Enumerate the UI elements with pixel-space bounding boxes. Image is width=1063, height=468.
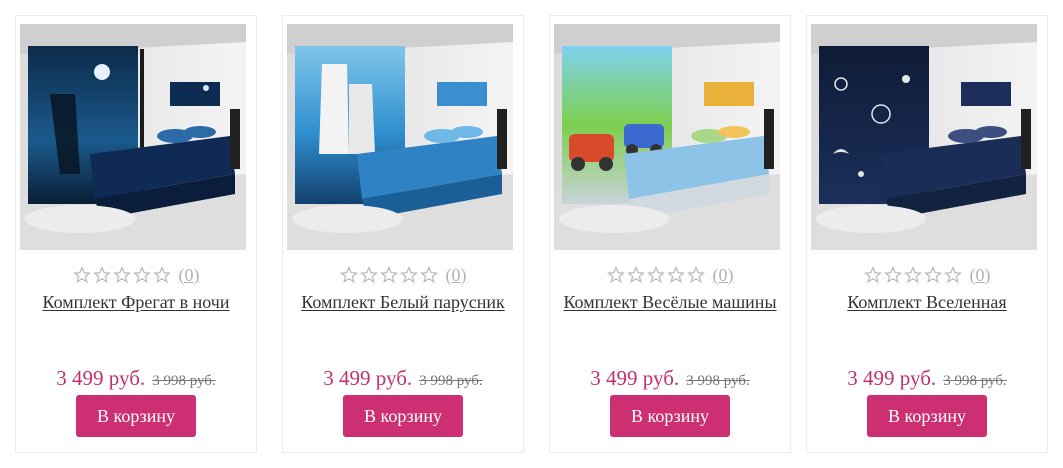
add-to-cart-button[interactable]: В корзину xyxy=(867,395,987,437)
rating-count[interactable]: (0) xyxy=(179,265,200,286)
star-icon[interactable] xyxy=(863,266,882,284)
star-icon[interactable] xyxy=(339,266,358,284)
star-icon[interactable] xyxy=(399,266,418,284)
star-icon[interactable] xyxy=(666,266,685,284)
rating: (0) xyxy=(550,264,790,286)
product-card: (0) Комплект Фрегат в ночи 3 499 руб. 3 … xyxy=(15,15,257,453)
rating: (0) xyxy=(16,264,256,286)
star-icon[interactable] xyxy=(883,266,902,284)
star-icon[interactable] xyxy=(379,266,398,284)
product-card: (0) Комплект Вселенная 3 499 руб. 3 998 … xyxy=(806,15,1048,453)
star-icon[interactable] xyxy=(132,266,151,284)
add-to-cart-button[interactable]: В корзину xyxy=(343,395,463,437)
rating: (0) xyxy=(283,264,523,286)
price-current: 3 499 руб. xyxy=(56,366,146,390)
product-title-link[interactable]: Комплект Белый парусник xyxy=(289,292,517,313)
star-icon[interactable] xyxy=(92,266,111,284)
price: 3 499 руб. 3 998 руб. xyxy=(550,366,790,391)
star-icon[interactable] xyxy=(646,266,665,284)
price-current: 3 499 руб. xyxy=(323,366,413,390)
star-icon[interactable] xyxy=(626,266,645,284)
star-icon[interactable] xyxy=(943,266,962,284)
bedroom-frigate-image xyxy=(20,24,246,250)
price: 3 499 руб. 3 998 руб. xyxy=(807,366,1047,391)
bedroom-cars-image xyxy=(554,24,780,250)
price: 3 499 руб. 3 998 руб. xyxy=(16,366,256,391)
price: 3 499 руб. 3 998 руб. xyxy=(283,366,523,391)
product-title-link[interactable]: Комплект Вселенная xyxy=(813,292,1041,313)
product-grid: (0) Комплект Фрегат в ночи 3 499 руб. 3 … xyxy=(0,0,1063,468)
add-to-cart-button[interactable]: В корзину xyxy=(610,395,730,437)
product-title-link[interactable]: Комплект Весёлые машины xyxy=(556,292,784,313)
bedroom-space-image xyxy=(811,24,1037,250)
rating-count[interactable]: (0) xyxy=(970,265,991,286)
star-icon[interactable] xyxy=(72,266,91,284)
star-icon[interactable] xyxy=(606,266,625,284)
product-image[interactable] xyxy=(554,24,780,250)
add-to-cart-button[interactable]: В корзину xyxy=(76,395,196,437)
star-icon[interactable] xyxy=(359,266,378,284)
price-old: 3 998 руб. xyxy=(152,373,216,389)
product-image[interactable] xyxy=(287,24,513,250)
product-image[interactable] xyxy=(811,24,1037,250)
star-icon[interactable] xyxy=(152,266,171,284)
star-icon[interactable] xyxy=(112,266,131,284)
product-card: (0) Комплект Весёлые машины 3 499 руб. 3… xyxy=(549,15,791,453)
product-image[interactable] xyxy=(20,24,246,250)
bedroom-sailboat-image xyxy=(287,24,513,250)
product-title-link[interactable]: Комплект Фрегат в ночи xyxy=(22,292,250,313)
price-current: 3 499 руб. xyxy=(847,366,937,390)
price-old: 3 998 руб. xyxy=(419,373,483,389)
rating: (0) xyxy=(807,264,1047,286)
star-icon[interactable] xyxy=(903,266,922,284)
rating-count[interactable]: (0) xyxy=(446,265,467,286)
price-current: 3 499 руб. xyxy=(590,366,680,390)
product-card: (0) Комплект Белый парусник 3 499 руб. 3… xyxy=(282,15,524,453)
star-icon[interactable] xyxy=(419,266,438,284)
price-old: 3 998 руб. xyxy=(943,373,1007,389)
rating-count[interactable]: (0) xyxy=(713,265,734,286)
price-old: 3 998 руб. xyxy=(686,373,750,389)
star-icon[interactable] xyxy=(686,266,705,284)
star-icon[interactable] xyxy=(923,266,942,284)
